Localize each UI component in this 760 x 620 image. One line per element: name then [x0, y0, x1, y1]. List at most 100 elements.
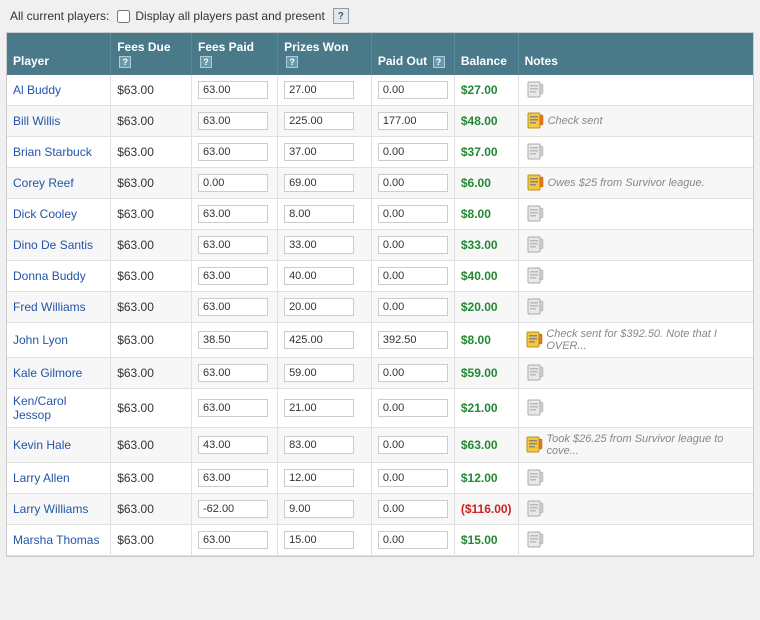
paid-out-input[interactable]	[378, 267, 448, 285]
paid-out-input[interactable]	[378, 143, 448, 161]
player-name-link[interactable]: Bill Willis	[13, 114, 60, 128]
note-icon[interactable]	[525, 235, 545, 255]
note-icon[interactable]	[525, 204, 545, 224]
fees-due-cell: $63.00	[111, 137, 192, 168]
prizes-won-input[interactable]	[284, 500, 354, 518]
fees-paid-input[interactable]	[198, 469, 268, 487]
note-icon[interactable]	[525, 363, 545, 383]
fees-paid-input[interactable]	[198, 364, 268, 382]
note-icon[interactable]	[525, 530, 545, 550]
note-icon[interactable]	[525, 398, 545, 418]
fees-paid-input[interactable]	[198, 331, 268, 349]
paid-out-input[interactable]	[378, 436, 448, 454]
fees-paid-input[interactable]	[198, 174, 268, 192]
player-name-link[interactable]: John Lyon	[13, 333, 68, 347]
prizes-won-input[interactable]	[284, 81, 354, 99]
fees-paid-input[interactable]	[198, 236, 268, 254]
paid-out-input[interactable]	[378, 174, 448, 192]
note-icon[interactable]	[525, 142, 545, 162]
player-name-link[interactable]: Larry Allen	[13, 471, 70, 485]
topbar-help-icon[interactable]: ?	[333, 8, 349, 24]
prizes-won-input[interactable]	[284, 112, 354, 130]
prizes-won-input[interactable]	[284, 399, 354, 417]
fees-paid-input[interactable]	[198, 298, 268, 316]
paid-out-input[interactable]	[378, 331, 448, 349]
prizes-won-help-icon[interactable]: ?	[286, 56, 298, 68]
display-all-checkbox[interactable]	[117, 10, 130, 23]
current-players-label: All current players:	[10, 9, 109, 23]
player-name-link[interactable]: Brian Starbuck	[13, 145, 92, 159]
prizes-won-input[interactable]	[284, 469, 354, 487]
paid-out-input[interactable]	[378, 469, 448, 487]
fees-paid-help-icon[interactable]: ?	[200, 56, 212, 68]
fees-paid-input[interactable]	[198, 112, 268, 130]
fees-paid-input[interactable]	[198, 267, 268, 285]
player-name-link[interactable]: Corey Reef	[13, 176, 74, 190]
balance-cell: $6.00	[454, 168, 518, 199]
player-name-link[interactable]: Dick Cooley	[13, 207, 77, 221]
prizes-won-cell	[278, 199, 372, 230]
table-row: Brian Starbuck$63.00$37.00	[7, 137, 753, 168]
player-name-link[interactable]: Larry Williams	[13, 502, 88, 516]
player-name-link[interactable]: Kale Gilmore	[13, 366, 82, 380]
prizes-won-cell	[278, 137, 372, 168]
prizes-won-input[interactable]	[284, 267, 354, 285]
player-name-link[interactable]: Ken/Carol Jessop	[13, 394, 66, 422]
player-name-link[interactable]: Fred Williams	[13, 300, 86, 314]
note-icon[interactable]	[525, 80, 545, 100]
player-name-link[interactable]: Dino De Santis	[13, 238, 93, 252]
note-icon[interactable]	[525, 297, 545, 317]
paid-out-input[interactable]	[378, 364, 448, 382]
paid-out-input[interactable]	[378, 81, 448, 99]
paid-out-input[interactable]	[378, 531, 448, 549]
fees-paid-input[interactable]	[198, 143, 268, 161]
prizes-won-input[interactable]	[284, 364, 354, 382]
prizes-won-input[interactable]	[284, 331, 354, 349]
prizes-won-input[interactable]	[284, 236, 354, 254]
note-icon[interactable]	[525, 266, 545, 286]
prizes-won-cell	[278, 358, 372, 389]
note-icon[interactable]	[525, 435, 544, 455]
fees-due-cell: $63.00	[111, 463, 192, 494]
fees-paid-input[interactable]	[198, 205, 268, 223]
fees-paid-input[interactable]	[198, 500, 268, 518]
prizes-won-input[interactable]	[284, 436, 354, 454]
paid-out-input[interactable]	[378, 205, 448, 223]
prizes-won-input[interactable]	[284, 205, 354, 223]
prizes-won-input[interactable]	[284, 298, 354, 316]
fees-paid-cell	[191, 428, 277, 463]
note-icon[interactable]	[525, 468, 545, 488]
prizes-won-input[interactable]	[284, 143, 354, 161]
prizes-won-input[interactable]	[284, 531, 354, 549]
paid-out-help-icon[interactable]: ?	[433, 56, 445, 68]
paid-out-input[interactable]	[378, 236, 448, 254]
paid-out-input[interactable]	[378, 500, 448, 518]
fees-paid-input[interactable]	[198, 531, 268, 549]
player-name-link[interactable]: Al Buddy	[13, 83, 61, 97]
paid-out-input[interactable]	[378, 399, 448, 417]
balance-cell: $12.00	[454, 463, 518, 494]
prizes-won-input[interactable]	[284, 174, 354, 192]
prizes-won-cell	[278, 75, 372, 106]
player-name-link[interactable]: Donna Buddy	[13, 269, 86, 283]
display-all-label[interactable]: Display all players past and present	[117, 9, 324, 23]
fees-paid-input[interactable]	[198, 436, 268, 454]
paid-out-input[interactable]	[378, 298, 448, 316]
table-row: Dino De Santis$63.00$33.00	[7, 230, 753, 261]
table-row: Larry Williams$63.00($116.00)	[7, 494, 753, 525]
fees-due-help-icon[interactable]: ?	[119, 56, 131, 68]
player-name-link[interactable]: Marsha Thomas	[13, 533, 99, 547]
fees-paid-input[interactable]	[198, 399, 268, 417]
note-icon[interactable]	[525, 111, 545, 131]
fees-paid-cell	[191, 292, 277, 323]
fees-paid-input[interactable]	[198, 81, 268, 99]
note-icon[interactable]	[525, 330, 544, 350]
note-icon[interactable]	[525, 499, 545, 519]
fees-due-cell: $63.00	[111, 525, 192, 556]
notes-cell: Check sent	[518, 106, 753, 137]
fees-paid-cell	[191, 389, 277, 428]
player-name-link[interactable]: Kevin Hale	[13, 438, 71, 452]
balance-cell: $8.00	[454, 199, 518, 230]
note-icon[interactable]	[525, 173, 545, 193]
paid-out-input[interactable]	[378, 112, 448, 130]
